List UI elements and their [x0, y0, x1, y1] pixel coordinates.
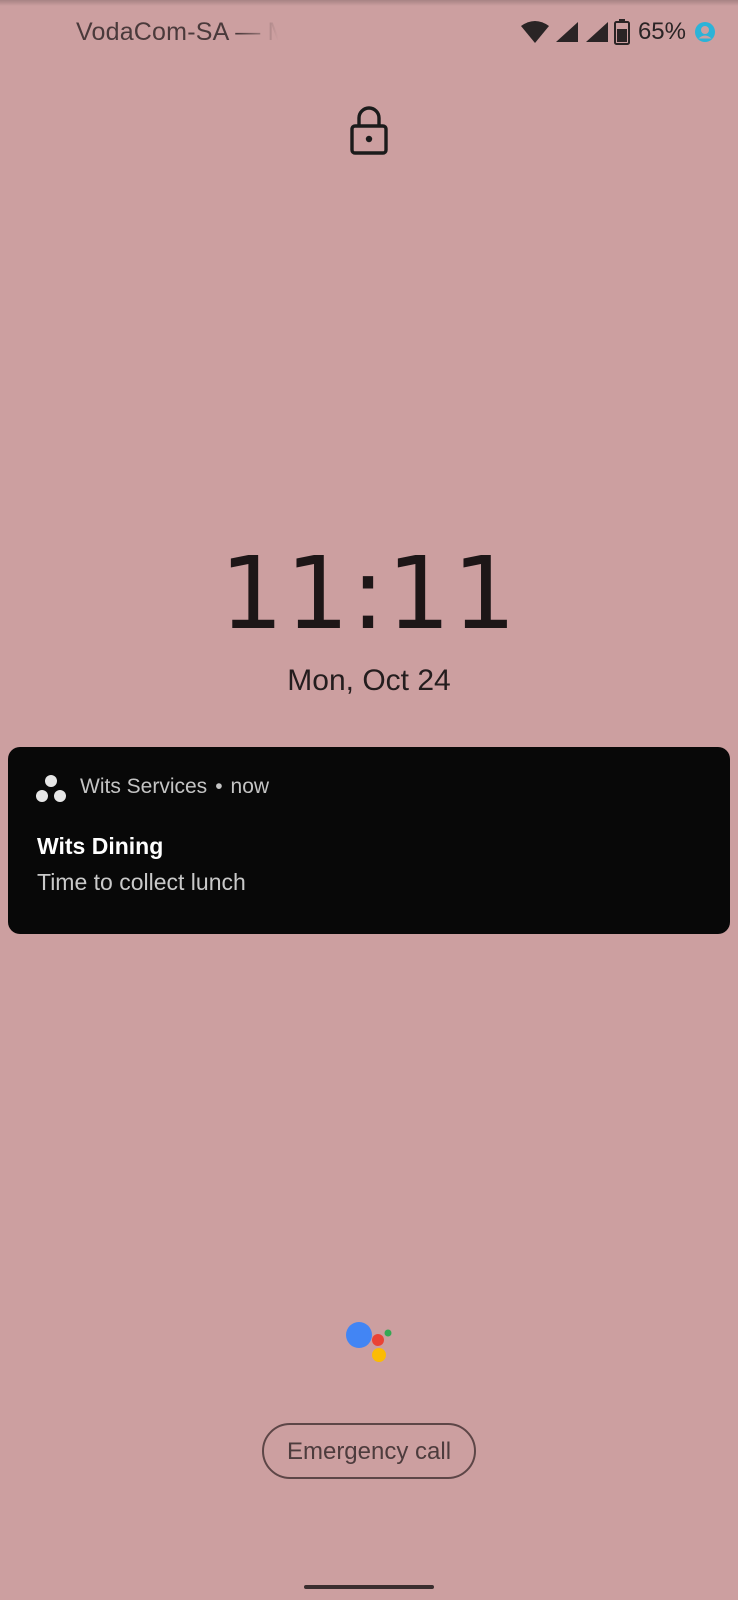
signal-icon: [585, 22, 608, 42]
lock-icon: [350, 106, 388, 155]
signal-icon: [555, 22, 578, 42]
battery-icon: [613, 19, 630, 45]
notification-separator: •: [215, 775, 223, 798]
notification-body: Time to collect lunch: [37, 869, 246, 895]
notification-header: Wits Services • now: [80, 775, 269, 799]
notification-title: Wits Dining: [37, 833, 164, 859]
emergency-call-button[interactable]: Emergency call: [262, 1423, 476, 1479]
status-icons: 65%: [520, 18, 716, 46]
lockscreen-date: Mon, Oct 24: [287, 664, 451, 697]
wits-services-icon: [36, 775, 66, 802]
status-bar: VodaCom-SA — M 65%: [0, 0, 738, 66]
lockscreen-clock: 11:11: [219, 535, 519, 652]
account-icon: [695, 22, 715, 42]
battery-percent: 65%: [637, 18, 686, 45]
navigation-handle[interactable]: [304, 1585, 434, 1589]
carrier-name: VodaCom-SA — M: [76, 18, 278, 46]
notification-time: now: [230, 775, 270, 798]
notification-card[interactable]: Wits Services • now Wits Dining Time to co…: [8, 747, 730, 934]
notification-app-name: Wits Services: [80, 775, 208, 798]
google-assistant-icon[interactable]: [344, 1318, 396, 1370]
wifi-icon: [520, 21, 549, 43]
